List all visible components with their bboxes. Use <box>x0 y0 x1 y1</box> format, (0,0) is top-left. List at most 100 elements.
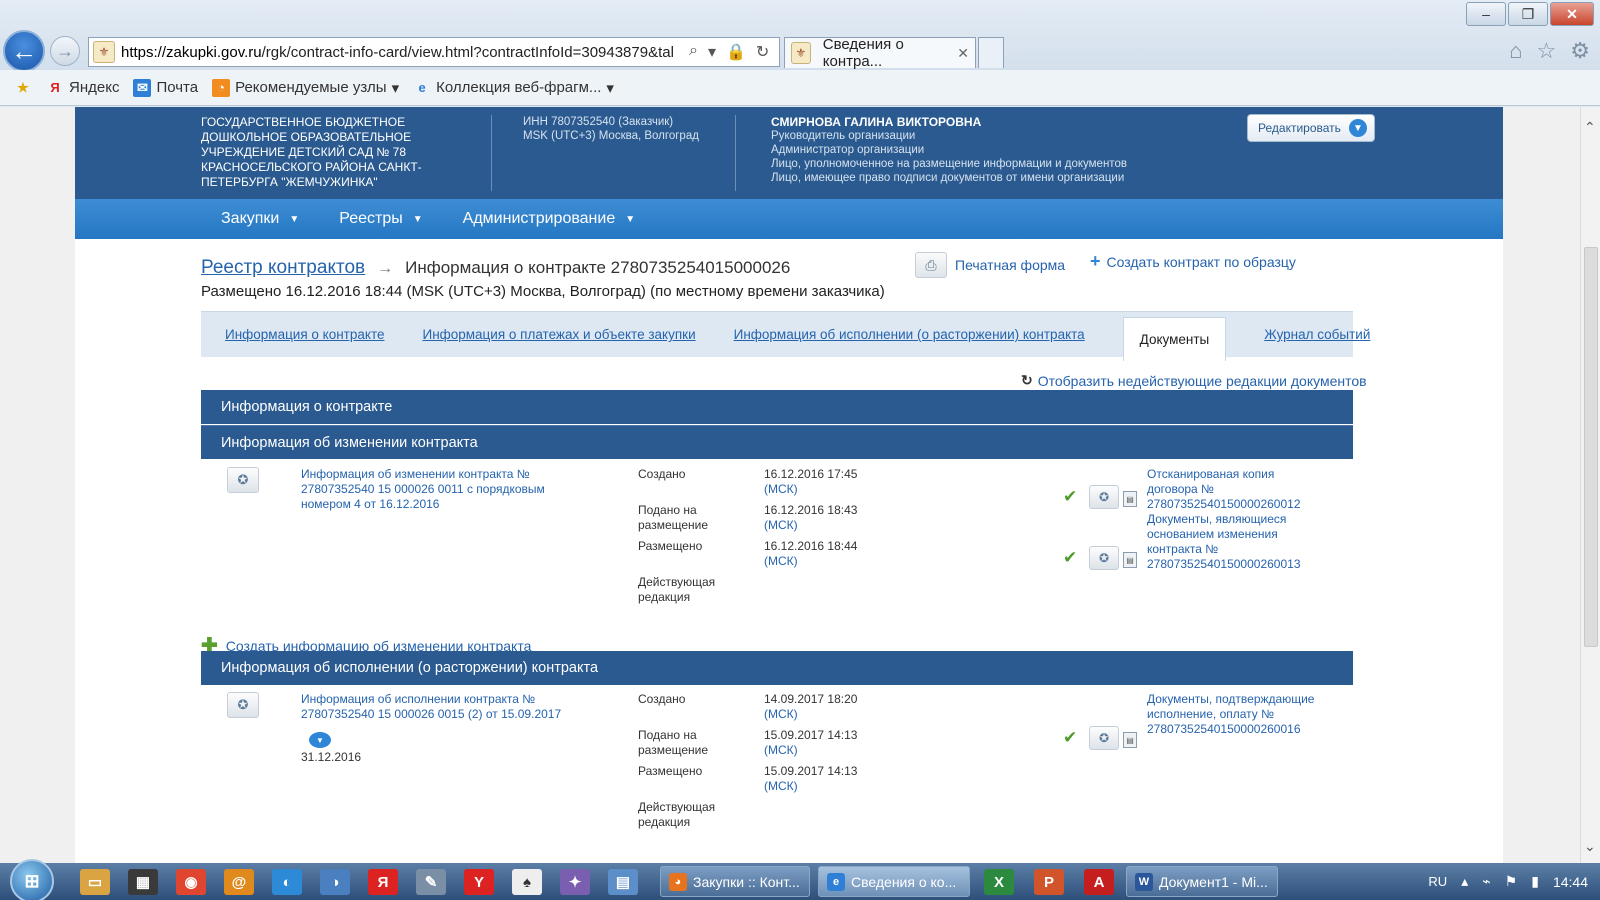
yandex-browser-icon[interactable]: Y <box>464 869 494 895</box>
mail-agent-icon[interactable]: @ <box>224 869 254 895</box>
scroll-down-icon[interactable]: ⌄ <box>1584 838 1596 855</box>
fav-mail[interactable]: ✉ Почта <box>133 78 198 97</box>
certificate-icon[interactable]: ✪ <box>1089 485 1119 509</box>
print-form-link[interactable]: ⎙ Печатная форма <box>915 252 1065 278</box>
menu-administration[interactable]: Администрирование ▼ <box>463 210 635 228</box>
search-icon[interactable]: ⌕ <box>689 42 698 62</box>
acrobat-icon[interactable]: A <box>1084 869 1114 895</box>
tab-execution[interactable]: Информация об исполнении (о расторжении)… <box>734 327 1085 342</box>
attachment-link[interactable]: Документы, подтверждающие исполнение, оп… <box>1147 692 1317 737</box>
address-text[interactable]: https://zakupki.gov.ru/rgk/contract-info… <box>121 44 681 61</box>
fav-suggested-sites[interactable]: ◔ Рекомендуемые узлы ▾ <box>212 78 399 97</box>
language-indicator[interactable]: RU <box>1428 874 1447 889</box>
plus-icon: + <box>1090 251 1101 271</box>
certificate-icon[interactable]: ✪ <box>1089 546 1119 570</box>
fav-label: Коллекция веб-фрагм... <box>436 79 602 96</box>
certificate-icon[interactable]: ✪ <box>227 692 259 718</box>
change-record-title-link[interactable]: Информация об изменении контракта № 2780… <box>301 467 571 512</box>
scan-doc-icon[interactable]: ▤ <box>1123 552 1137 568</box>
calculator-icon[interactable]: ▤ <box>608 869 638 895</box>
tab-contract-info[interactable]: Информация о контракте <box>225 327 384 342</box>
mail-icon: ✉ <box>133 78 152 97</box>
task-firefox[interactable]: ◕ Закупки :: Конт... <box>660 866 810 897</box>
browser-tab-active[interactable]: ⚜ Сведения о контра... ✕ <box>784 36 976 70</box>
task-word[interactable]: W Документ1 - Mi... <box>1126 866 1278 897</box>
address-icons: ⌕ ▾ 🔒 ↻ <box>689 42 769 62</box>
change-record: ✪ Информация об изменении контракта № 27… <box>201 465 1353 615</box>
scroll-up-icon[interactable]: ⌃ <box>1584 119 1596 136</box>
app-icon[interactable]: ◑ <box>320 869 350 895</box>
flag-icon[interactable]: ⚑ <box>1505 873 1518 890</box>
signal-icon[interactable]: ▮ <box>1531 873 1539 890</box>
yandex-icon[interactable]: Я <box>368 869 398 895</box>
rss-icon: ◔ <box>212 78 231 97</box>
vertical-scrollbar[interactable]: ⌃ ⌄ <box>1580 107 1600 863</box>
msk-label: (МСК) <box>764 518 798 532</box>
gear-icon[interactable]: ⚙ <box>1570 38 1590 64</box>
new-tab-button[interactable] <box>978 37 1004 68</box>
menu-registries[interactable]: Реестры ▼ <box>339 210 422 228</box>
app-icon[interactable]: ◐ <box>272 869 302 895</box>
media-icon[interactable]: ▦ <box>128 869 158 895</box>
chevron-down-icon: ▼ <box>1348 119 1367 137</box>
close-window-button[interactable]: ✕ <box>1550 2 1594 26</box>
tab-event-log[interactable]: Журнал событий <box>1264 327 1370 342</box>
favorites-star-icon[interactable]: ☆ <box>1537 38 1557 64</box>
chevron-down-icon[interactable]: ▾ <box>708 42 716 62</box>
back-button[interactable]: ← <box>3 30 45 72</box>
tab-payments[interactable]: Информация о платежах и объекте закупки <box>422 327 695 342</box>
chevron-down-icon: ▾ <box>606 79 614 97</box>
edit-button-label: Редактировать <box>1258 121 1341 135</box>
show-inactive-label: Отобразить недействующие редакции докуме… <box>1037 372 1367 389</box>
restore-button[interactable]: ❐ <box>1508 2 1548 26</box>
address-bar[interactable]: ⚜ https://zakupki.gov.ru/rgk/contract-in… <box>88 37 780 67</box>
forward-button[interactable]: → <box>50 36 80 66</box>
powerpoint-icon[interactable]: P <box>1034 869 1064 895</box>
msk-label: (МСК) <box>764 743 798 757</box>
create-by-sample-link[interactable]: + Создать контракт по образцу <box>1090 251 1296 272</box>
user-role: Лицо, уполномоченное на размещение инфор… <box>771 158 1127 170</box>
app-icon[interactable]: ✦ <box>560 869 590 895</box>
attachment-link[interactable]: Отсканированая копия договора № 27807352… <box>1147 467 1317 512</box>
menu-label: Администрирование <box>462 210 616 227</box>
fav-web-slices[interactable]: e Коллекция веб-фрагм... ▾ <box>413 79 614 97</box>
close-tab-icon[interactable]: ✕ <box>957 45 969 62</box>
chrome-icon[interactable]: ◉ <box>176 869 206 895</box>
user-role: Лицо, имеющее право подписи документов о… <box>771 172 1125 184</box>
show-inactive-link[interactable]: ↻ Отобразить недействующие редакции доку… <box>1021 372 1367 389</box>
org-timezone: MSK (UTC+3) Москва, Волгоград <box>523 130 699 142</box>
task-ie[interactable]: e Сведения о ко... <box>818 866 970 897</box>
tab-documents[interactable]: Документы <box>1122 316 1227 361</box>
tray-expand-icon[interactable]: ▴ <box>1461 873 1468 890</box>
network-icon[interactable]: ⌁ <box>1482 873 1490 890</box>
system-tray: RU ▴ ⌁ ⚑ ▮ 14:44 <box>1428 863 1588 900</box>
breadcrumb-registry-link[interactable]: Реестр контрактов <box>201 257 365 279</box>
add-favorite-icon[interactable]: ★ <box>14 79 32 97</box>
certificate-icon[interactable]: ✪ <box>227 467 259 493</box>
scrollbar-thumb[interactable] <box>1584 247 1598 647</box>
home-icon[interactable]: ⌂ <box>1509 38 1522 64</box>
fav-yandex[interactable]: Я Яндекс <box>46 79 119 97</box>
expand-chevron-icon[interactable]: ▼ <box>309 732 331 748</box>
start-button[interactable]: ⊞ <box>10 859 54 900</box>
scan-doc-icon[interactable]: ▤ <box>1123 491 1137 507</box>
yandex-icon: Я <box>50 80 60 95</box>
certificate-icon[interactable]: ✪ <box>1089 726 1119 750</box>
placed-value: 15.09.2017 14:13 <box>764 764 858 778</box>
menu-purchases[interactable]: Закупки ▼ <box>221 210 299 228</box>
attachment-link[interactable]: Документы, являющиеся основанием изменен… <box>1147 512 1317 572</box>
solitaire-icon[interactable]: ♠ <box>512 869 542 895</box>
explorer-icon[interactable]: ▭ <box>80 869 110 895</box>
lock-icon[interactable]: 🔒 <box>726 42 746 62</box>
page-viewport: ГОСУДАРСТВЕННОЕ БЮДЖЕТНОЕ ДОШКОЛЬНОЕ ОБР… <box>0 107 1580 863</box>
excel-icon[interactable]: X <box>984 869 1014 895</box>
execution-record-title-link[interactable]: Информация об исполнении контракта № 278… <box>301 692 571 722</box>
refresh-icon[interactable]: ↻ <box>756 42 769 62</box>
clock[interactable]: 14:44 <box>1553 874 1588 890</box>
edit-button[interactable]: Редактировать ▼ <box>1247 114 1375 142</box>
scan-doc-icon[interactable]: ▤ <box>1123 732 1137 748</box>
minimize-button[interactable]: – <box>1466 2 1506 26</box>
pinned-apps: ▭ ▦ ◉ @ ◐ ◑ Я ✎ Y ♠ ✦ ▤ <box>80 869 638 895</box>
app-icon[interactable]: ✎ <box>416 869 446 895</box>
print-form-label: Печатная форма <box>955 257 1066 273</box>
